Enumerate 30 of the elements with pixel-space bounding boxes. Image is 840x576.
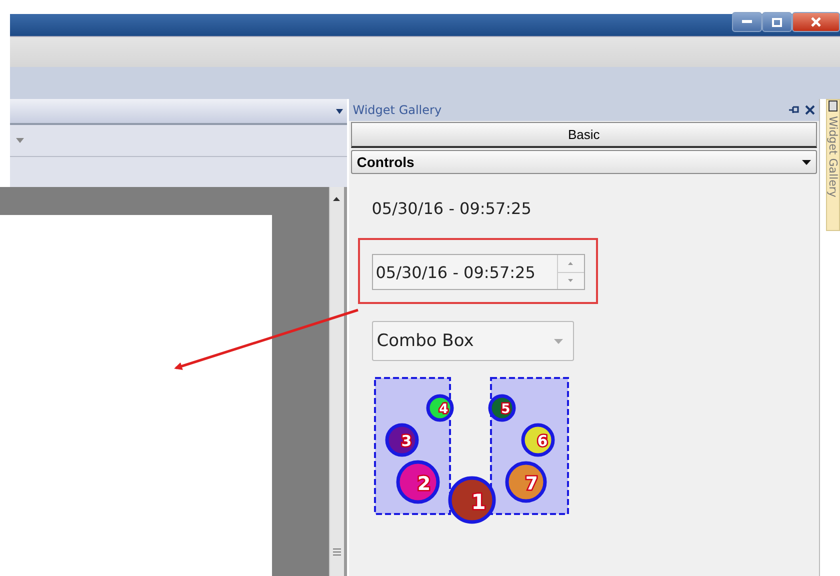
widget-icon xyxy=(828,100,838,112)
numbered-circle[interactable]: 5 xyxy=(488,394,516,422)
up-arrow-icon xyxy=(568,262,574,265)
close-icon xyxy=(811,17,821,27)
maximize-button[interactable] xyxy=(762,12,792,32)
numbered-circle[interactable]: 3 xyxy=(385,423,418,457)
scroll-up-arrow-icon[interactable] xyxy=(333,197,340,201)
close-icon[interactable] xyxy=(805,105,815,115)
scroll-grip-icon[interactable] xyxy=(332,548,341,556)
dropdown-arrow-icon xyxy=(554,338,563,344)
dropdown-value: Controls xyxy=(356,154,414,170)
category-button[interactable]: Basic xyxy=(350,122,817,148)
spinner-value: 05/30/16 - 09:57:25 xyxy=(376,262,536,282)
numbered-circle[interactable]: 1 xyxy=(448,476,496,524)
down-arrow-icon xyxy=(568,279,574,282)
panel-title: Widget Gallery xyxy=(352,103,442,117)
pin-icon[interactable] xyxy=(789,106,799,114)
scrollbar[interactable] xyxy=(328,187,347,576)
combo-box[interactable]: Combo Box xyxy=(372,321,574,361)
minimize-icon xyxy=(742,20,752,24)
side-tab[interactable]: Widget Gallery xyxy=(826,99,840,231)
combo-value: Combo Box xyxy=(376,331,474,351)
dropdown-arrow-icon xyxy=(802,160,811,164)
group-dropdown[interactable]: Controls xyxy=(350,150,817,174)
minimize-button[interactable] xyxy=(732,12,762,32)
datetime-label: 05/30/16 - 09:57:25 xyxy=(372,199,532,219)
dropdown-arrow-icon[interactable] xyxy=(336,108,343,114)
maximize-icon xyxy=(772,18,782,26)
tab-label: Widget Gallery xyxy=(826,116,840,198)
close-button[interactable] xyxy=(792,12,840,32)
